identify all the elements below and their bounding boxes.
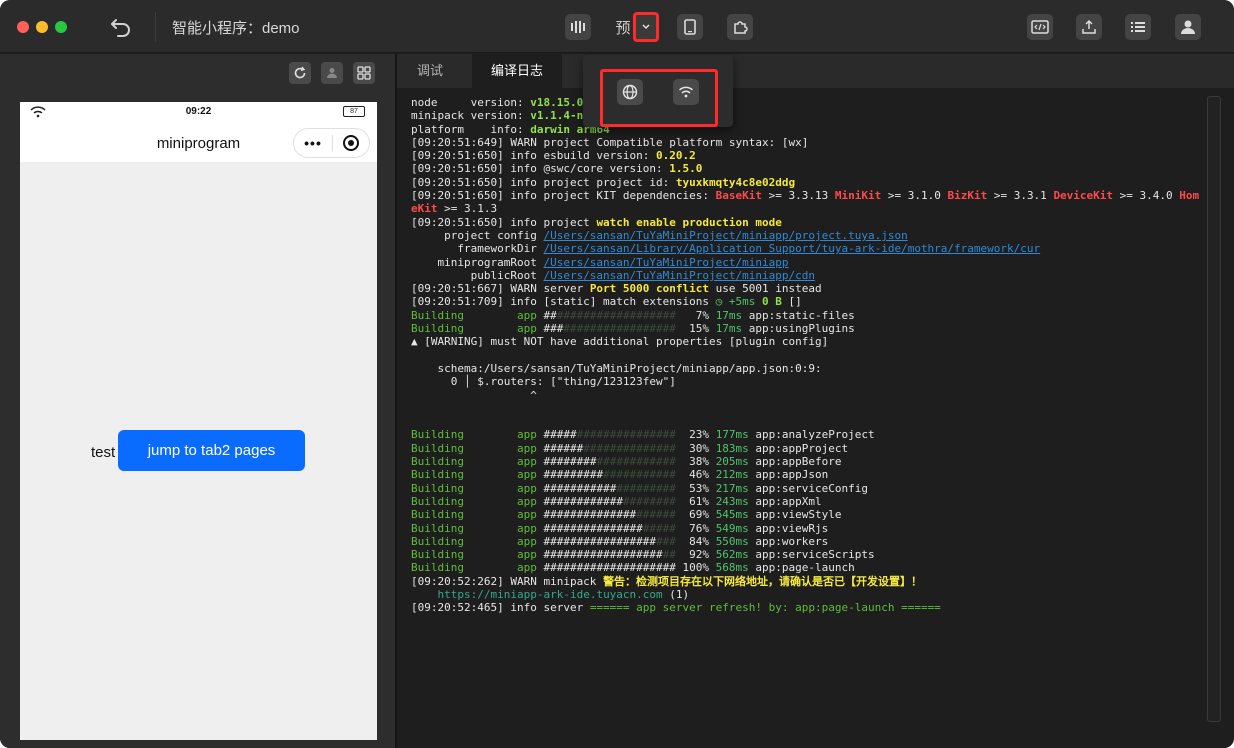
refresh-button[interactable] xyxy=(289,62,311,84)
log-line: [09:20:51:650] info @swc/core version: 1… xyxy=(411,162,703,176)
log-output: node version: v18.15.0 minipack version:… xyxy=(411,96,1207,615)
minimize-window-button[interactable] xyxy=(36,21,48,33)
status-bar: 09:22 87 xyxy=(20,102,377,124)
app-title: 智能小程序：demo xyxy=(172,20,300,37)
build-line: Building app #################### 38% 20… xyxy=(411,455,842,469)
globe-icon xyxy=(622,84,638,100)
phone-screen: 09:22 87 miniprogram ••• test jump to ta… xyxy=(20,102,377,740)
preview-dropdown-button[interactable] xyxy=(633,12,659,42)
miniprogram-root-link[interactable]: /Users/sansan/TuYaMiniProject/miniapp xyxy=(543,256,788,269)
tab-debug[interactable]: 调试 xyxy=(397,54,463,88)
preview-mode-popup xyxy=(583,55,733,127)
title-separator xyxy=(155,12,156,42)
simulator-panel: 09:22 87 miniprogram ••• test jump to ta… xyxy=(0,54,395,748)
user-icon xyxy=(1181,20,1195,34)
grid-icon xyxy=(357,66,371,80)
build-line: Building app #################### 69% 54… xyxy=(411,508,842,522)
upload-button[interactable] xyxy=(1076,14,1102,40)
compile-icon xyxy=(571,21,585,33)
list-icon xyxy=(1131,22,1145,32)
log-line: [09:20:51:667] WARN server Port 5000 con… xyxy=(411,282,822,296)
preview-button[interactable]: 预 xyxy=(612,14,634,40)
log-line: [09:20:52:465] info server ====== app se… xyxy=(411,601,941,615)
status-time: 09:22 xyxy=(185,106,212,117)
log-line: [09:20:51:649] WARN project Compatible p… xyxy=(411,135,809,149)
build-line: Building app #################### 92% 56… xyxy=(411,548,875,562)
capsule-menu: ••• xyxy=(293,128,370,158)
compile-log-console: node version: v18.15.0 minipack version:… xyxy=(397,88,1234,748)
public-root-link[interactable]: /Users/sansan/TuYaMiniProject/miniapp/cd… xyxy=(543,269,815,282)
sim-grid-button[interactable] xyxy=(353,62,375,84)
build-line: Building app #################### 76% 54… xyxy=(411,521,829,535)
log-line: [09:20:51:650] info esbuild version: 0.2… xyxy=(411,149,696,163)
refresh-icon xyxy=(294,66,306,79)
app-window: 智能小程序：demo 预 09:22 87 miniprogram ••• te… xyxy=(0,0,1234,748)
user-icon xyxy=(327,68,337,78)
log-line: [09:20:51:650] info project KIT dependen… xyxy=(411,189,1200,203)
log-line: https://miniapp-ark-ide.tuyacn.com (1) xyxy=(437,587,690,601)
code-view-button[interactable] xyxy=(1027,14,1053,40)
build-line: Building app #################### 100% 5… xyxy=(411,561,855,575)
console-tabs: 调试 编译日志 xyxy=(397,54,1234,88)
lan-preview-button[interactable] xyxy=(673,79,699,105)
build-line: Building app #################### 15% 17… xyxy=(411,322,855,336)
code-icon xyxy=(1031,20,1049,34)
log-line: frameworkDir /Users/sansan/Library/Appli… xyxy=(411,242,1041,256)
account-button[interactable] xyxy=(1175,14,1201,40)
build-line: Building app #################### 53% 21… xyxy=(411,481,869,495)
capsule-separator xyxy=(332,135,333,151)
maximize-window-button[interactable] xyxy=(55,21,67,33)
details-button[interactable] xyxy=(1125,14,1151,40)
log-line: ▲ [WARNING] must NOT have additional pro… xyxy=(411,335,829,349)
build-line: Building app #################### 46% 21… xyxy=(411,468,829,482)
undo-icon xyxy=(111,19,130,37)
nav-bar: miniprogram ••• xyxy=(20,124,377,162)
log-line: 0 │ $.routers: ["thing/123123few"] xyxy=(411,375,676,389)
log-line: miniprogramRoot /Users/sansan/TuYaMiniPr… xyxy=(411,255,789,269)
log-line: [09:20:52:262] WARN minipack 警告：检测项目存在以下… xyxy=(411,574,923,588)
upload-icon xyxy=(1082,19,1096,34)
project-config-link[interactable]: /Users/sansan/TuYaMiniProject/miniapp/pr… xyxy=(543,229,907,242)
build-lines: Building app #################### 23% 17… xyxy=(411,428,875,574)
console-scrollbar[interactable] xyxy=(1207,96,1221,722)
test-label: test xyxy=(91,444,116,461)
log-line: ^ xyxy=(411,388,537,402)
build-line: Building app #################### 30% 18… xyxy=(411,441,849,455)
wifi-icon xyxy=(678,86,694,98)
back-button[interactable] xyxy=(108,14,134,40)
log-line: minipack version: v1.1.4-n xyxy=(411,109,584,123)
close-program-button[interactable] xyxy=(343,135,359,151)
tab-compile-log[interactable]: 编译日志 xyxy=(472,54,562,88)
build-line: Building app #################### 61% 24… xyxy=(411,494,822,508)
build-line: Building app #################### 23% 17… xyxy=(411,428,875,442)
log-line: platform info: darwin arm64 xyxy=(411,122,610,136)
plugin-button[interactable] xyxy=(727,14,753,40)
log-line: publicRoot /Users/sansan/TuYaMiniProject… xyxy=(411,268,815,282)
more-button[interactable]: ••• xyxy=(294,129,332,157)
network-url-link[interactable]: https://miniapp-ark-ide.tuyacn.com xyxy=(438,588,663,601)
log-line: [09:20:51:709] info [static] match exten… xyxy=(411,295,802,309)
network-preview-button[interactable] xyxy=(617,79,643,105)
battery-icon: 87 xyxy=(343,106,365,117)
build-line: Building app #################### 84% 55… xyxy=(411,534,829,548)
build-line: Building app #################### 7% 17m… xyxy=(411,308,855,322)
log-line: project config /Users/sansan/TuYaMiniPro… xyxy=(411,228,908,242)
log-line: node version: v18.15.0 xyxy=(411,96,584,109)
jump-to-tab2-button[interactable]: jump to tab2 pages xyxy=(118,430,305,471)
log-line: eKit >= 3.1.3 xyxy=(411,202,498,216)
puzzle-icon xyxy=(734,21,748,34)
log-line: [09:20:51:650] info project project id: … xyxy=(411,175,796,189)
sim-user-button[interactable] xyxy=(321,62,343,84)
device-button[interactable] xyxy=(677,14,703,40)
log-line: [09:20:51:650] info project watch enable… xyxy=(411,215,782,229)
title-bar: 智能小程序：demo 预 xyxy=(0,0,1234,53)
chevron-down-icon xyxy=(642,24,650,30)
framework-dir-link[interactable]: /Users/sansan/Library/Application Suppor… xyxy=(543,242,1040,255)
preview-icon: 预 xyxy=(615,19,631,37)
device-icon xyxy=(684,19,696,35)
compile-button[interactable] xyxy=(565,14,591,40)
log-line: schema:/Users/sansan/TuYaMiniProject/min… xyxy=(411,361,822,375)
close-window-button[interactable] xyxy=(17,21,29,33)
